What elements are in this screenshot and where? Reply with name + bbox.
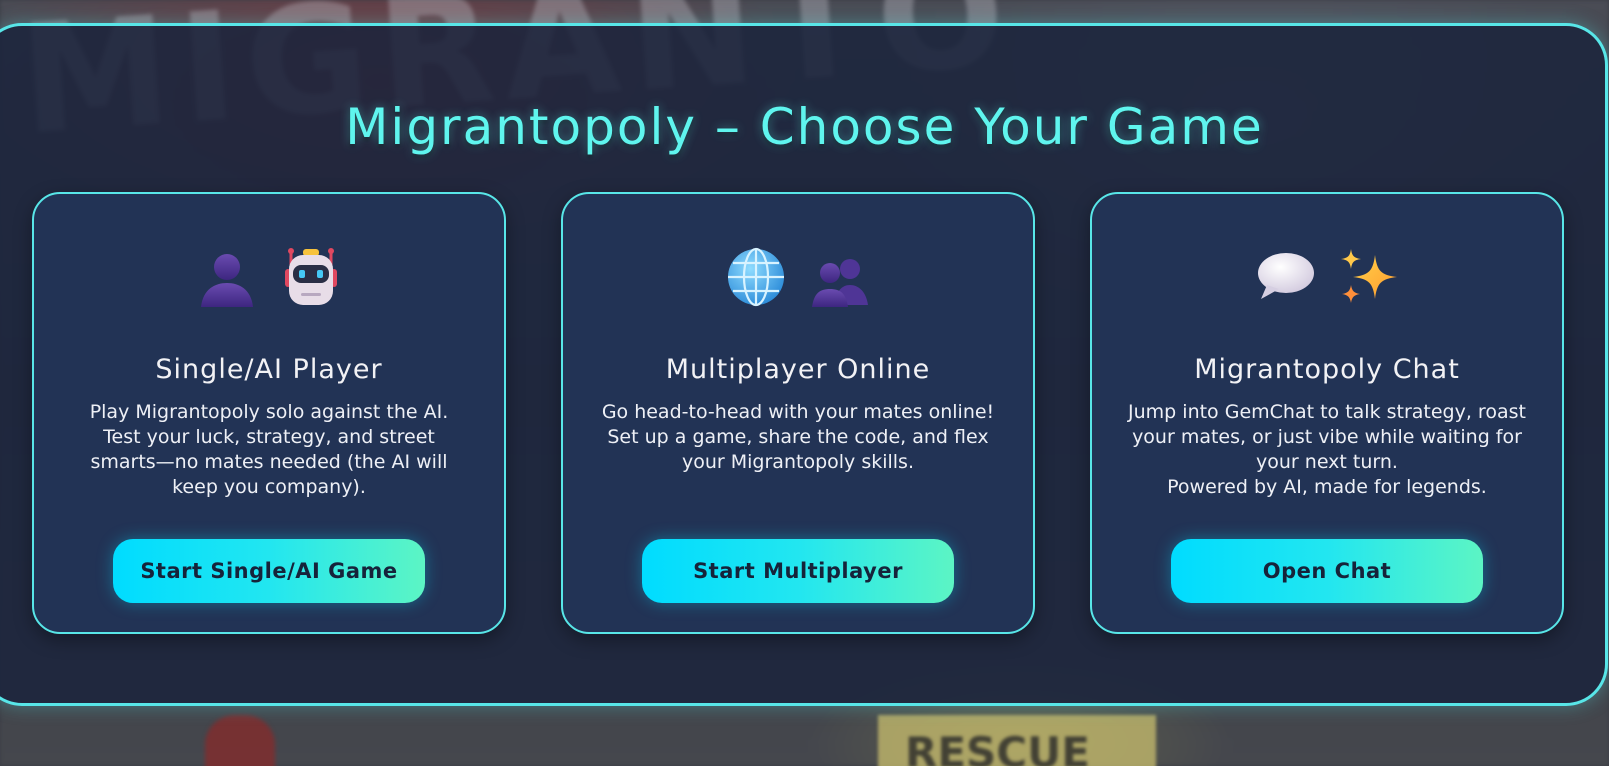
globe-icon — [724, 245, 788, 309]
card-description: Jump into GemChat to talk strategy, roas… — [1128, 401, 1526, 498]
open-chat-button[interactable]: Open Chat — [1171, 539, 1483, 603]
sparkles-icon — [1337, 245, 1401, 309]
multiplayer-online-card: Multiplayer Online Go head-to-head with … — [561, 192, 1035, 634]
card-description: Go head-to-head with your mates online! … — [601, 401, 995, 473]
background-sign-lettering: RESCUE — [905, 728, 1090, 766]
card-icons — [34, 242, 504, 312]
speech-bubble-icon — [1253, 245, 1317, 309]
card-icons — [1092, 242, 1562, 312]
two-people-icon — [808, 245, 872, 309]
single-ai-player-card: Single/AI Player Play Migrantopoly solo … — [32, 192, 506, 634]
background-figure — [205, 715, 275, 766]
card-title: Migrantopoly Chat — [1194, 354, 1460, 385]
card-description: Play Migrantopoly solo against the AI. T… — [89, 401, 449, 498]
start-multiplayer-button[interactable]: Start Multiplayer — [642, 539, 954, 603]
person-silhouette-icon — [195, 245, 259, 309]
robot-icon — [279, 245, 343, 309]
page-title: Migrantopoly – Choose Your Game — [345, 98, 1264, 156]
migrantopoly-chat-card: Migrantopoly Chat Jump into GemChat to t… — [1090, 192, 1564, 634]
card-title: Single/AI Player — [155, 354, 383, 385]
card-icons — [563, 242, 1033, 312]
card-title: Multiplayer Online — [665, 354, 931, 385]
start-single-ai-game-button[interactable]: Start Single/AI Game — [113, 539, 425, 603]
